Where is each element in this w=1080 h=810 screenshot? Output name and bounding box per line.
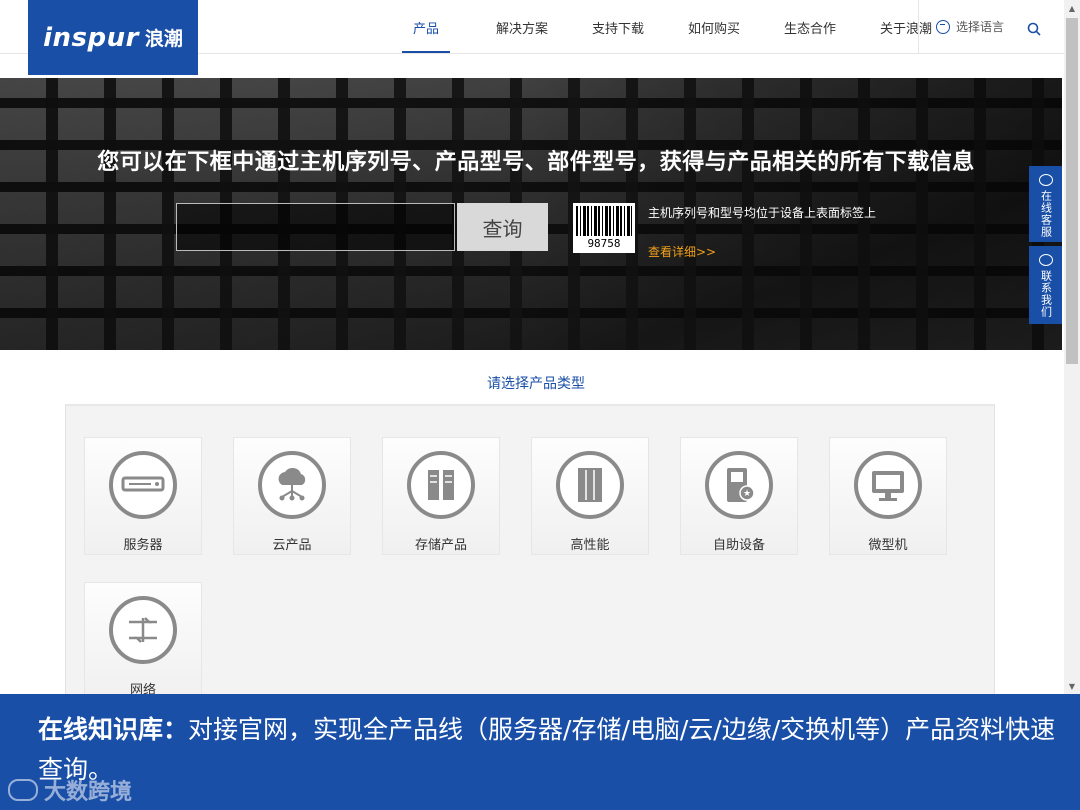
view-details-link[interactable]: 查看详细>> [648, 243, 716, 260]
product-card-label: 云产品 [272, 538, 312, 553]
product-type-panel: 服务器 云产品 存储产品 高性能 ★ 自助设备 微型机 网络 [65, 404, 995, 704]
online-service-label: 在线客服 [1039, 190, 1053, 238]
language-label: 选择语言 [956, 20, 1005, 34]
online-service-button[interactable]: 在线客服 [1029, 166, 1062, 242]
scroll-up-arrow-icon[interactable]: ▲ [1064, 0, 1080, 16]
server-icon [109, 451, 177, 519]
product-type-title: 请选择产品类型 [487, 376, 585, 392]
nav-ecosystem[interactable]: 生态合作 [762, 0, 858, 54]
watermark-text: 大数跨境 [44, 780, 133, 805]
page-scrollbar[interactable]: ▲ ▼ [1064, 0, 1080, 694]
caption-heading: 在线知识库： [38, 715, 189, 744]
watermark: 大数跨境 [8, 775, 132, 805]
nav-how-to-buy[interactable]: 如何购买 [666, 0, 762, 54]
contact-us-button[interactable]: 联系我们 [1029, 246, 1062, 324]
product-card-label: 自助设备 [712, 538, 765, 553]
product-card-hpc[interactable]: 高性能 [531, 437, 649, 555]
search-banner: 您可以在下框中通过主机序列号、产品型号、部件型号，获得与产品相关的所有下载信息 … [0, 78, 1062, 350]
product-card-label: 存储产品 [414, 538, 467, 553]
cloud-icon [258, 451, 326, 519]
barcode-number: 98758 [587, 237, 621, 250]
kiosk-icon: ★ [705, 451, 773, 519]
chat-bubble-icon [1038, 174, 1053, 186]
logo-brand: inspur [43, 22, 139, 53]
caption-text: 对接官网，实现全产品线（服务器/存储/电脑/云/边缘/交换机等）产品资料快速查询… [38, 715, 1056, 784]
product-card-network[interactable]: 网络 [84, 582, 202, 700]
nav-support-download[interactable]: 支持下载 [570, 0, 666, 54]
query-button[interactable]: 查询 [457, 203, 548, 251]
product-card-cloud[interactable]: 云产品 [233, 437, 351, 555]
network-icon [109, 596, 177, 664]
storage-icon [407, 451, 475, 519]
scroll-down-arrow-icon[interactable]: ▼ [1064, 678, 1080, 694]
product-card-server[interactable]: 服务器 [84, 437, 202, 555]
nav-solutions[interactable]: 解决方案 [474, 0, 570, 54]
label-location-hint: 主机序列号和型号均位于设备上表面标签上 [648, 206, 877, 220]
nav-products[interactable]: 产品 [378, 0, 474, 54]
product-card-label: 服务器 [123, 538, 163, 553]
product-card-desktop[interactable]: 微型机 [829, 437, 947, 555]
barcode-icon: 98758 [573, 203, 635, 253]
language-selector[interactable]: 选择语言 [936, 18, 1004, 35]
logo-brand-cn: 浪潮 [144, 28, 183, 50]
nav-divider [918, 0, 919, 54]
main-nav: 产品 解决方案 支持下载 如何购买 生态合作 关于浪潮 [378, 0, 954, 54]
desktop-icon [854, 451, 922, 519]
globe-icon [936, 19, 950, 34]
caption-overlay: 在线知识库：对接官网，实现全产品线（服务器/存储/电脑/云/边缘/交换机等）产品… [0, 694, 1080, 810]
contact-us-label: 联系我们 [1039, 270, 1053, 318]
hpc-icon [556, 451, 624, 519]
serial-number-input[interactable] [176, 203, 455, 251]
product-card-label: 高性能 [570, 538, 610, 553]
product-card-kiosk[interactable]: ★ 自助设备 [680, 437, 798, 555]
phone-icon [1038, 254, 1053, 266]
search-icon[interactable] [1027, 22, 1041, 36]
svg-text:★: ★ [743, 489, 751, 499]
watermark-logo-icon [8, 779, 38, 801]
product-card-label: 微型机 [868, 538, 908, 553]
banner-title: 您可以在下框中通过主机序列号、产品型号、部件型号，获得与产品相关的所有下载信息 [97, 150, 975, 175]
scrollbar-thumb[interactable] [1066, 18, 1078, 364]
inspur-logo[interactable]: inspur 浪潮 [28, 0, 198, 75]
product-card-storage[interactable]: 存储产品 [382, 437, 500, 555]
